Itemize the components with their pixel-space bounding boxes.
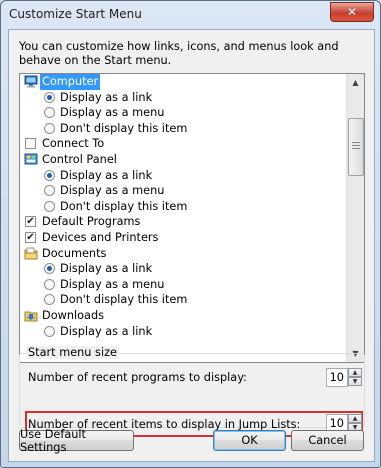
list-item-label: Display as a link: [60, 90, 153, 104]
list-item[interactable]: Display as a link: [20, 324, 346, 340]
list-item[interactable]: Display as a menu: [20, 105, 346, 121]
list-item-label: Default Programs: [42, 215, 141, 229]
list-item-label: Documents: [42, 246, 107, 260]
window-title: Customize Start Menu: [9, 7, 142, 21]
list-item-label: Display as a link: [60, 168, 153, 182]
list-item-label: Display as a menu: [60, 277, 165, 291]
documents-icon: [24, 247, 38, 260]
customize-start-menu-dialog: Customize Start Menu ✕ You can customize…: [0, 0, 381, 468]
close-icon: ✕: [346, 5, 358, 19]
scroll-thumb[interactable]: [348, 118, 364, 176]
spin-up-icon[interactable]: ▲: [348, 414, 362, 423]
list-item[interactable]: Display as a link: [20, 261, 346, 277]
group-title: Start menu size: [26, 346, 119, 359]
list-item[interactable]: Downloads: [20, 308, 346, 324]
list-item-label: Don't display this item: [60, 199, 188, 213]
radio-button[interactable]: [44, 294, 55, 306]
vertical-scrollbar[interactable]: ▲ ▼: [346, 74, 364, 362]
radio-button-checked[interactable]: [44, 169, 55, 181]
spin-down-icon[interactable]: ▼: [348, 377, 362, 386]
start-menu-options-list[interactable]: Computer Display as a link Display as a me…: [19, 73, 365, 363]
list-item-label: Computer: [40, 74, 101, 90]
list-item[interactable]: Don't display this item: [20, 121, 346, 137]
options-list-items: Computer Display as a link Display as a me…: [20, 74, 346, 339]
list-item-label: Display as a menu: [60, 184, 165, 198]
recent-programs-label: Number of recent programs to display:: [28, 371, 247, 384]
recent-programs-input[interactable]: 10: [326, 368, 348, 387]
checkbox[interactable]: [25, 138, 36, 150]
list-item[interactable]: ✔ Devices and Printers: [20, 230, 346, 246]
list-item-label: Control Panel: [42, 152, 117, 166]
computer-icon: [24, 75, 38, 88]
list-item[interactable]: Computer: [20, 74, 346, 90]
radio-button[interactable]: [44, 278, 55, 290]
dialog-body: You can customize how links, icons, and …: [8, 29, 375, 462]
use-default-settings-button[interactable]: Use Default Settings: [19, 428, 134, 454]
checkbox-checked[interactable]: ✔: [25, 231, 36, 243]
radio-button[interactable]: [44, 325, 55, 337]
list-item[interactable]: Don't display this item: [20, 292, 346, 308]
scroll-up-button[interactable]: ▲: [347, 74, 364, 91]
downloads-icon: [24, 309, 38, 322]
list-item-label: Display as a menu: [60, 106, 165, 120]
recent-programs-stepper[interactable]: ▲ ▼: [348, 368, 362, 387]
radio-button[interactable]: [44, 107, 55, 119]
list-item[interactable]: Display as a link: [20, 168, 346, 184]
list-item-label: Don't display this item: [60, 293, 188, 307]
radio-button[interactable]: [44, 185, 55, 197]
ok-button[interactable]: OK: [213, 430, 286, 451]
description-text: You can customize how links, icons, and …: [19, 40, 339, 67]
list-item-label: Connect To: [42, 137, 105, 151]
list-item-label: Don't display this item: [60, 121, 188, 135]
cancel-button[interactable]: Cancel: [291, 430, 364, 451]
radio-button-checked[interactable]: [44, 91, 55, 103]
list-item-label: Devices and Printers: [42, 230, 159, 244]
list-item-label: Display as a link: [60, 324, 153, 338]
list-item-label: Display as a link: [60, 262, 153, 276]
radio-button[interactable]: [44, 200, 55, 212]
list-item[interactable]: Connect To: [20, 136, 346, 152]
spin-up-icon[interactable]: ▲: [348, 368, 362, 377]
list-item[interactable]: ✔ Default Programs: [20, 214, 346, 230]
control-panel-icon: [24, 153, 38, 166]
list-item-label: Downloads: [42, 308, 105, 322]
list-item[interactable]: Control Panel: [20, 152, 346, 168]
radio-button-checked[interactable]: [44, 263, 55, 275]
list-item[interactable]: Don't display this item: [20, 199, 346, 215]
start-menu-size-group: Start menu size Number of recent program…: [19, 346, 365, 437]
list-item[interactable]: Display as a link: [20, 90, 346, 106]
list-item[interactable]: Documents: [20, 246, 346, 262]
title-bar[interactable]: Customize Start Menu ✕: [1, 1, 380, 29]
checkbox-checked[interactable]: ✔: [25, 216, 36, 228]
radio-button[interactable]: [44, 122, 55, 134]
list-item[interactable]: Display as a menu: [20, 183, 346, 199]
close-button[interactable]: ✕: [330, 2, 374, 22]
list-item[interactable]: Display as a menu: [20, 277, 346, 293]
